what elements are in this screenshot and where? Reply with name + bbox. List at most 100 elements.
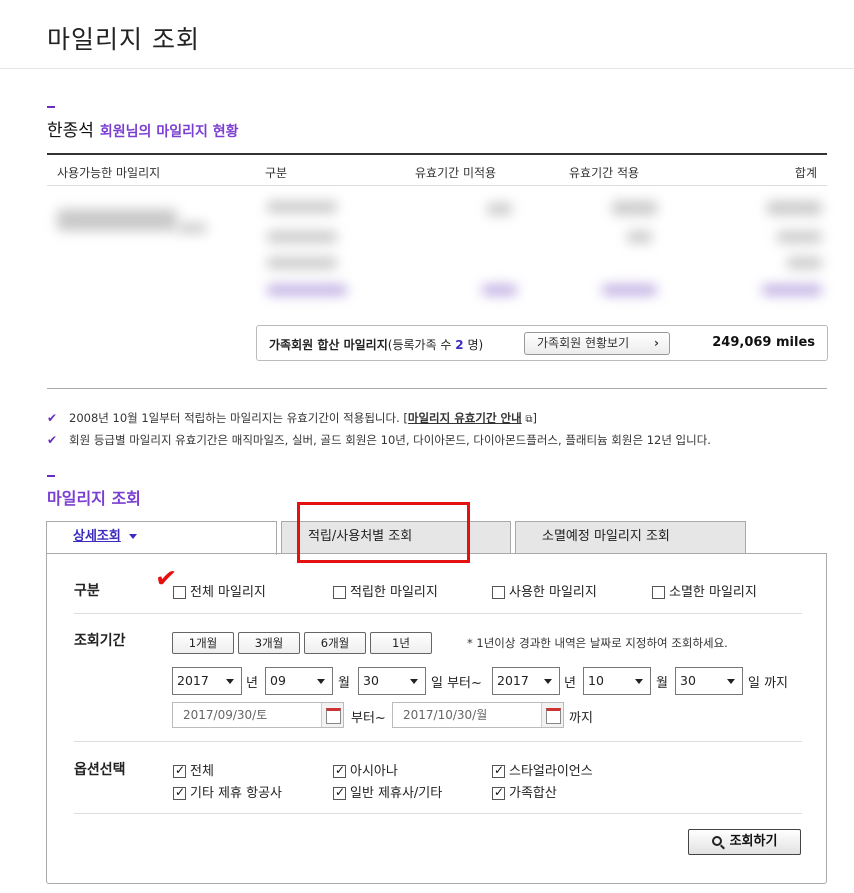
to-day-unit: 일 까지: [748, 676, 789, 691]
period-6month-button[interactable]: 6개월: [304, 632, 366, 654]
checkbox-icon: [333, 586, 346, 599]
to-month-value: 10: [588, 673, 604, 688]
to-year-value: 2017: [497, 673, 529, 688]
from-month-select[interactable]: 09: [265, 667, 333, 695]
page-title: 마일리지 조회: [47, 25, 200, 54]
blurred-value: [777, 231, 822, 243]
blurred-value: [762, 285, 822, 295]
type-expired-label: 소멸한 마일리지: [669, 585, 757, 600]
period-note: * 1년이상 경과한 내역은 날짜로 지정하여 조회하세요.: [467, 636, 728, 650]
tab-detail-label: 상세조회: [73, 529, 121, 544]
options-label: 옵션선택: [74, 762, 126, 778]
notice-item: ✔ 회원 등급별 마일리지 유효기간은 매직마일즈, 실버, 골드 회원은 10…: [47, 430, 711, 450]
col-category: 구분: [265, 166, 288, 180]
tab-detail[interactable]: 상세조회: [46, 521, 277, 555]
summary-table-header: 사용가능한 마일리지 구분 유효기간 미적용 유효기간 적용 합계: [47, 153, 827, 186]
col-total: 합계: [794, 166, 817, 180]
option-general-partners-label: 일반 제휴사/기타: [350, 786, 443, 801]
family-total-miles: 249,069 miles: [712, 335, 815, 350]
col-available: 사용가능한 마일리지: [57, 166, 161, 180]
blurred-value: [267, 285, 347, 295]
family-mileage-box: 가족회원 합산 마일리지(등록가족 수 2 명) 가족회원 현황보기 › 249…: [256, 325, 828, 361]
type-used-checkbox[interactable]: 사용한 마일리지: [492, 581, 597, 600]
blurred-value: [787, 257, 822, 269]
from-day-unit: 일 부터~: [431, 676, 482, 691]
col-with-expiry: 유효기간 적용: [569, 166, 640, 180]
from-month-value: 09: [270, 673, 286, 688]
family-status-button[interactable]: 가족회원 현황보기 ›: [524, 332, 670, 355]
period-1month-button[interactable]: 1개월: [172, 632, 234, 654]
row-divider: [74, 813, 802, 814]
accent-dash: [47, 475, 55, 477]
tab-expiring[interactable]: 소멸예정 마일리지 조회: [515, 521, 746, 554]
check-bullet-icon: ✔: [47, 411, 58, 425]
year-unit: 년: [564, 676, 576, 691]
red-highlight-annotation: [297, 502, 470, 563]
period-3month-button[interactable]: 3개월: [238, 632, 300, 654]
expiry-guide-link[interactable]: 마일리지 유효기간 안내: [408, 411, 522, 425]
checkbox-checked-icon: [173, 785, 186, 800]
to-month-select[interactable]: 10: [583, 667, 651, 695]
month-unit: 월: [656, 676, 668, 691]
blurred-value: [267, 257, 337, 269]
checkbox-checked-icon: [333, 763, 346, 778]
tab-expiring-label: 소멸예정 마일리지 조회: [542, 529, 670, 544]
calendar-icon[interactable]: [321, 703, 343, 727]
blurred-value: [487, 203, 512, 215]
notice-list: ✔ 2008년 10월 1일부터 적립하는 마일리지는 유효기간이 적용됩니다.…: [47, 408, 711, 450]
member-name: 한종석: [47, 121, 94, 141]
header-divider: [0, 68, 854, 69]
option-family-checkbox[interactable]: 가족합산: [492, 782, 557, 801]
family-status-button-label: 가족회원 현황보기: [537, 336, 630, 350]
family-count-prefix: (등록가족 수: [387, 338, 456, 352]
from-day-value: 30: [363, 673, 379, 688]
row-divider: [74, 741, 802, 742]
section-divider: [47, 388, 827, 389]
period-label: 조회기간: [74, 633, 126, 649]
col-no-expiry: 유효기간 미적용: [415, 166, 497, 180]
from-day-select[interactable]: 30: [358, 667, 426, 695]
date-from-input[interactable]: 2017/09/30/토: [172, 702, 344, 728]
option-other-airlines-checkbox[interactable]: 기타 제휴 항공사: [173, 782, 282, 801]
type-all-label: 전체 마일리지: [190, 585, 266, 600]
checkbox-checked-icon: [492, 785, 505, 800]
blurred-value: [767, 201, 822, 215]
checkbox-checked-icon: [492, 763, 505, 778]
search-button[interactable]: 조회하기: [688, 829, 801, 855]
blurred-value: [482, 285, 517, 295]
type-earned-label: 적립한 마일리지: [350, 585, 438, 600]
calendar-icon[interactable]: [541, 703, 563, 727]
family-count-suffix: 명): [463, 338, 484, 352]
blurred-value: [267, 201, 337, 213]
member-subtitle: 회원님의 마일리지 현황: [99, 124, 239, 140]
type-earned-checkbox[interactable]: 적립한 마일리지: [333, 581, 438, 600]
option-asiana-checkbox[interactable]: 아시아나: [333, 760, 398, 779]
dropdown-arrow-icon: [635, 679, 643, 684]
type-all-checkbox[interactable]: 전체 마일리지: [173, 581, 266, 600]
type-expired-checkbox[interactable]: 소멸한 마일리지: [652, 581, 757, 600]
option-all-checkbox[interactable]: 전체: [173, 760, 214, 779]
search-button-label: 조회하기: [729, 834, 778, 849]
to-day-select[interactable]: 30: [675, 667, 743, 695]
option-asiana-label: 아시아나: [350, 764, 398, 779]
accent-dash: [47, 106, 55, 108]
year-unit: 년: [246, 676, 258, 691]
notice-item: ✔ 2008년 10월 1일부터 적립하는 마일리지는 유효기간이 적용됩니다.…: [47, 408, 711, 430]
blurred-value: [627, 231, 652, 243]
checkbox-icon: [492, 586, 505, 599]
date-to-value: 2017/10/30/월: [403, 708, 488, 722]
blurred-summary-values: [47, 187, 827, 305]
option-general-partners-checkbox[interactable]: 일반 제휴사/기타: [333, 782, 442, 801]
date-to-input[interactable]: 2017/10/30/월: [392, 702, 564, 728]
caret-down-icon: [128, 534, 137, 539]
from-year-select[interactable]: 2017: [172, 667, 242, 695]
blurred-value: [602, 285, 657, 295]
dropdown-arrow-icon: [317, 679, 325, 684]
section-title: 마일리지 조회: [47, 489, 141, 508]
to-year-select[interactable]: 2017: [492, 667, 560, 695]
period-1year-button[interactable]: 1년: [370, 632, 432, 654]
notice-bracket: ]: [532, 411, 537, 425]
dropdown-arrow-icon: [410, 679, 418, 684]
option-all-label: 전체: [190, 764, 214, 779]
option-star-alliance-checkbox[interactable]: 스타얼라이언스: [492, 760, 593, 779]
